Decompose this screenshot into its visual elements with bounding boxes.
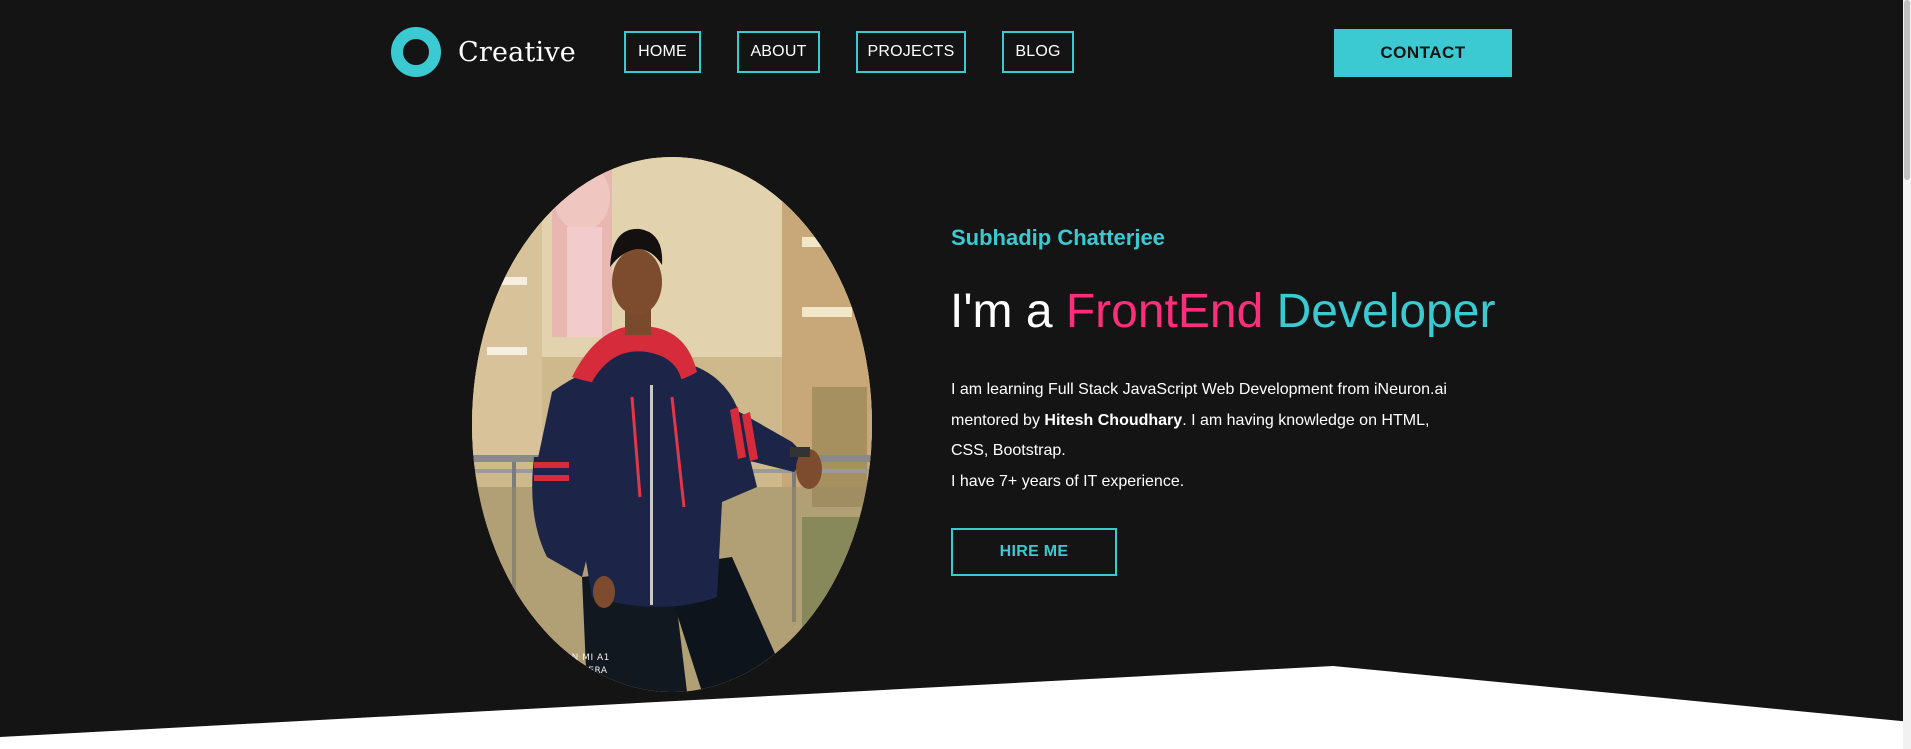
photo-watermark-line2: MERA: [580, 666, 608, 676]
profile-photo-illustration: [472, 157, 872, 692]
headline-highlight-developer: Developer: [1276, 285, 1496, 338]
nav-projects[interactable]: PROJECTS: [856, 31, 966, 73]
intro-name: Subhadip Chatterjee: [951, 225, 1165, 250]
hire-me-button[interactable]: HIRE ME: [951, 528, 1117, 576]
description-line3: I have 7+ years of IT experience.: [951, 472, 1185, 490]
page: Creative HOME ABOUT PROJECTS BLOG CONTAC…: [0, 0, 1911, 749]
brand-name: Creative: [458, 36, 576, 68]
brand-logo[interactable]: Creative: [391, 27, 576, 77]
intro-description: I am learning Full Stack JavaScript Web …: [951, 375, 1471, 497]
headline-highlight-frontend: FrontEnd: [1065, 285, 1264, 338]
headline: I'm a FrontEnd Developer: [950, 284, 1495, 339]
nav-blog[interactable]: BLOG: [1002, 31, 1074, 73]
photo-watermark-line1: ON MI A1: [564, 653, 610, 663]
nav-home[interactable]: HOME: [624, 31, 701, 73]
ring-logo-icon: [391, 27, 441, 77]
scrollbar-thumb[interactable]: [1904, 0, 1910, 180]
nav-about[interactable]: ABOUT: [737, 31, 820, 73]
contact-button[interactable]: CONTACT: [1334, 29, 1512, 77]
headline-space: [1263, 285, 1276, 338]
photo-watermark: ON MI A1 MERA: [564, 652, 610, 678]
page-scrollbar[interactable]: [1903, 0, 1911, 749]
profile-photo: ON MI A1 MERA: [472, 157, 872, 692]
headline-prefix: I'm a: [950, 285, 1066, 338]
mentor-name: Hitesh Choudhary: [1044, 411, 1183, 429]
